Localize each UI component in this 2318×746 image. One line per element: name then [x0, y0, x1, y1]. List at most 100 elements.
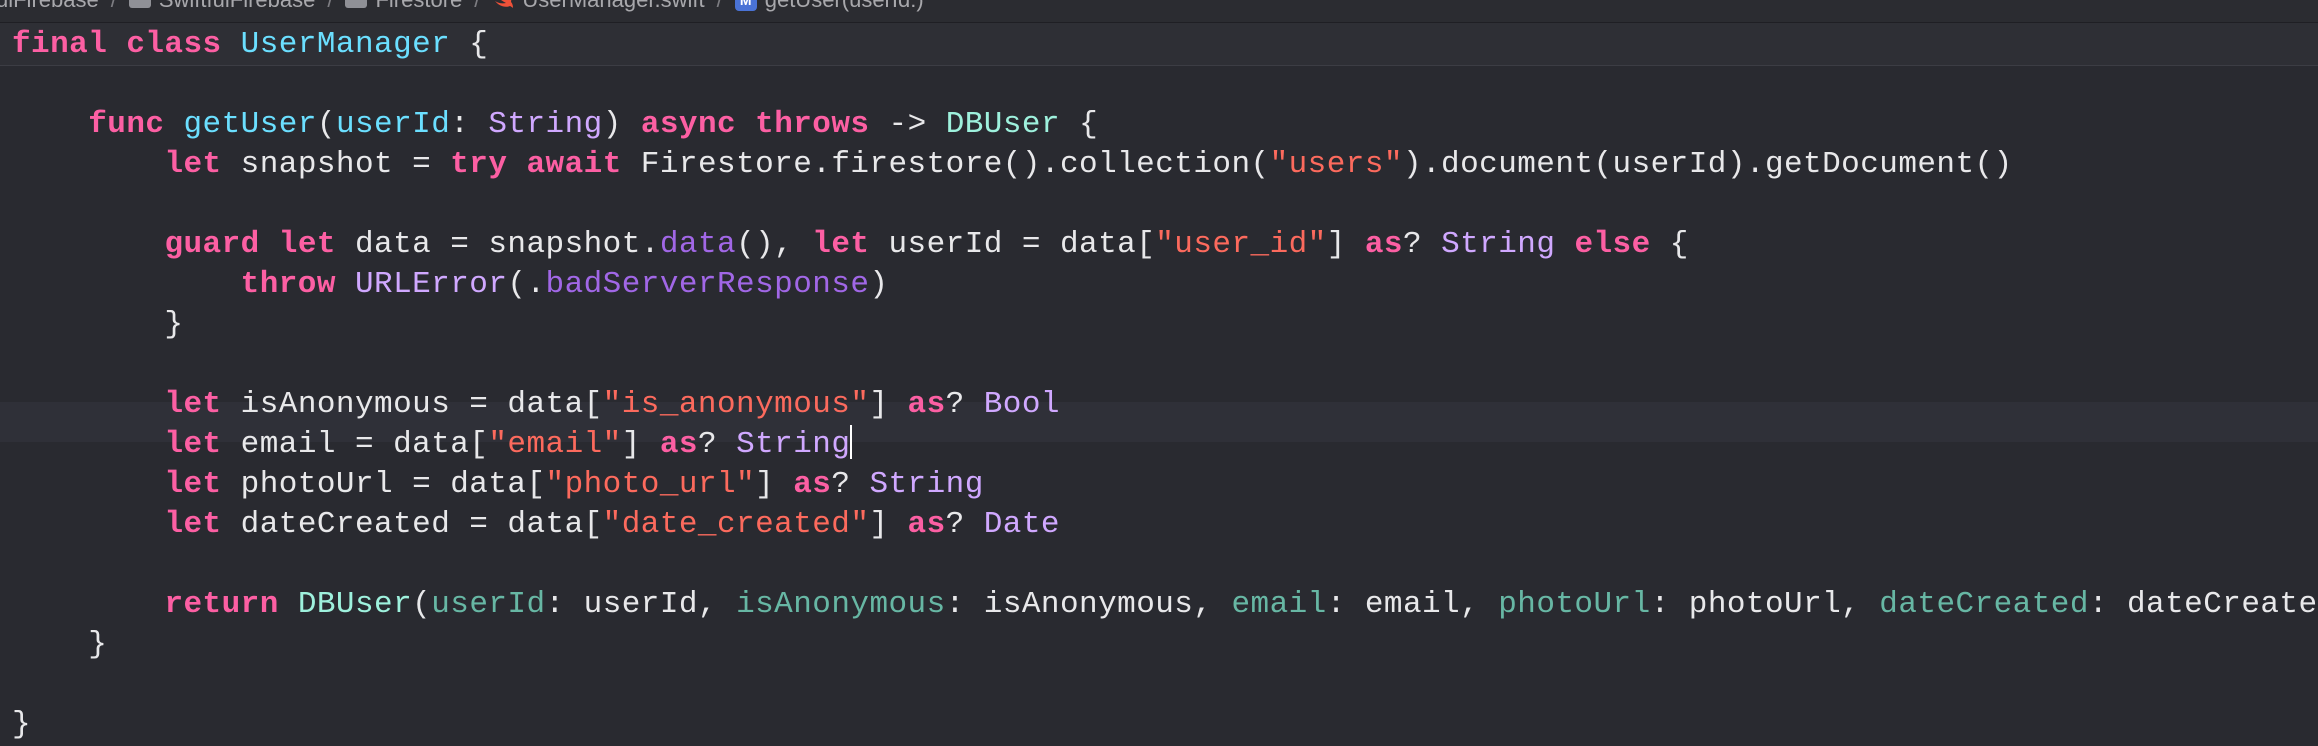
- declaration-token: userId: [335, 107, 451, 142]
- string-literal-token: "users": [1269, 147, 1403, 182]
- breadcrumb-group-firestore[interactable]: Firestore: [345, 0, 462, 13]
- code-text: {: [1060, 107, 1099, 142]
- code-line[interactable]: [12, 185, 2318, 225]
- code-text: ?: [831, 467, 870, 502]
- code-line[interactable]: final class UserManager {: [12, 25, 2318, 65]
- keyword-token: async: [640, 107, 737, 142]
- code-text: }: [12, 307, 184, 342]
- code-text: ]: [621, 427, 660, 462]
- code-text: ).document(userId).getDocument(): [1402, 147, 2013, 182]
- code-line[interactable]: let email = data["email"] as? String: [12, 425, 2318, 465]
- argument-label-token: email: [1231, 587, 1327, 622]
- breadcrumb-project-label: uiFirebase: [0, 0, 99, 13]
- breadcrumb-file[interactable]: UserManager.swift: [492, 0, 705, 13]
- member-token: data: [659, 227, 737, 262]
- member-token: badServerResponse: [545, 267, 870, 302]
- keyword-token: as: [907, 507, 946, 542]
- jump-bar[interactable]: uiFirebase / SwiftfulFirebase / Firestor…: [0, 0, 2318, 23]
- keyword-token: await: [526, 147, 622, 182]
- breadcrumb-project[interactable]: uiFirebase: [0, 0, 99, 13]
- method-icon: M: [734, 0, 757, 11]
- code-line[interactable]: let photoUrl = data["photo_url"] as? Str…: [12, 465, 2318, 505]
- code-text: isAnonymous = data[: [221, 387, 603, 422]
- code-text: Firestore.firestore().collection(: [621, 147, 1270, 182]
- breadcrumb-separator: /: [111, 0, 117, 13]
- code-line[interactable]: }: [12, 705, 2318, 745]
- code-line[interactable]: [12, 65, 2318, 105]
- keyword-token: as: [1364, 227, 1403, 262]
- code-text: }: [12, 627, 108, 662]
- code-text: ]: [1326, 227, 1365, 262]
- code-text: : email,: [1326, 587, 1499, 622]
- code-line[interactable]: }: [12, 305, 2318, 345]
- keyword-token: let: [164, 467, 222, 502]
- code-text: dateCreated = data[: [221, 507, 603, 542]
- code-text: : dateCreated): [2088, 587, 2318, 622]
- code-text: ?: [945, 507, 984, 542]
- string-literal-token: "photo_url": [545, 467, 756, 502]
- code-text: ]: [755, 467, 794, 502]
- breadcrumb-symbol[interactable]: M getUser(userId:): [734, 0, 924, 13]
- code-text: {: [1650, 227, 1689, 262]
- type-token: Date: [983, 507, 1060, 542]
- keyword-token: class: [126, 27, 222, 62]
- code-line[interactable]: [12, 345, 2318, 385]
- code-text: ]: [869, 507, 908, 542]
- code-text: ): [869, 267, 889, 302]
- code-editor[interactable]: final class UserManager { func getUser(u…: [12, 25, 2318, 745]
- string-literal-token: "is_anonymous": [602, 387, 870, 422]
- argument-label-token: photoUrl: [1498, 587, 1651, 622]
- code-line[interactable]: [12, 665, 2318, 705]
- code-text: {: [450, 27, 489, 62]
- user-type-token: DBUser: [945, 107, 1061, 142]
- breadcrumb-group-swiftfulfirebase[interactable]: SwiftfulFirebase: [128, 0, 315, 13]
- code-line[interactable]: }: [12, 625, 2318, 665]
- argument-label-token: dateCreated: [1879, 587, 2089, 622]
- keyword-token: final: [12, 27, 108, 62]
- breadcrumb-folder-label: Firestore: [375, 0, 462, 13]
- code-text: snapshot =: [221, 147, 451, 182]
- type-token: String: [736, 427, 851, 462]
- code-line[interactable]: let dateCreated = data["date_created"] a…: [12, 505, 2318, 545]
- code-text: : userId,: [545, 587, 737, 622]
- keyword-token: return: [164, 587, 279, 622]
- keyword-token: let: [164, 427, 222, 462]
- keyword-token: let: [164, 147, 222, 182]
- code-line[interactable]: throw URLError(.badServerResponse): [12, 265, 2318, 305]
- type-token: String: [1441, 227, 1556, 262]
- keyword-token: as: [793, 467, 832, 502]
- code-line[interactable]: guard let data = snapshot.data(), let us…: [12, 225, 2318, 265]
- code-line[interactable]: return DBUser(userId: userId, isAnonymou…: [12, 585, 2318, 625]
- declaration-token: getUser: [183, 107, 317, 142]
- keyword-token: func: [88, 107, 165, 142]
- keyword-token: try: [450, 147, 508, 182]
- code-text: }: [12, 707, 32, 742]
- keyword-token: let: [164, 507, 222, 542]
- code-line[interactable]: let isAnonymous = data["is_anonymous"] a…: [12, 385, 2318, 425]
- type-token: String: [488, 107, 603, 142]
- code-line[interactable]: let snapshot = try await Firestore.fires…: [12, 145, 2318, 185]
- type-token: String: [869, 467, 984, 502]
- code-line[interactable]: [12, 545, 2318, 585]
- argument-label-token: isAnonymous: [736, 587, 946, 622]
- code-text: ?: [1402, 227, 1442, 262]
- code-text: : isAnonymous,: [945, 587, 1232, 622]
- code-text: (: [316, 107, 336, 142]
- text-cursor: [850, 425, 853, 459]
- keyword-token: as: [659, 427, 698, 462]
- code-line[interactable]: func getUser(userId: String) async throw…: [12, 105, 2318, 145]
- code-text: photoUrl = data[: [221, 467, 546, 502]
